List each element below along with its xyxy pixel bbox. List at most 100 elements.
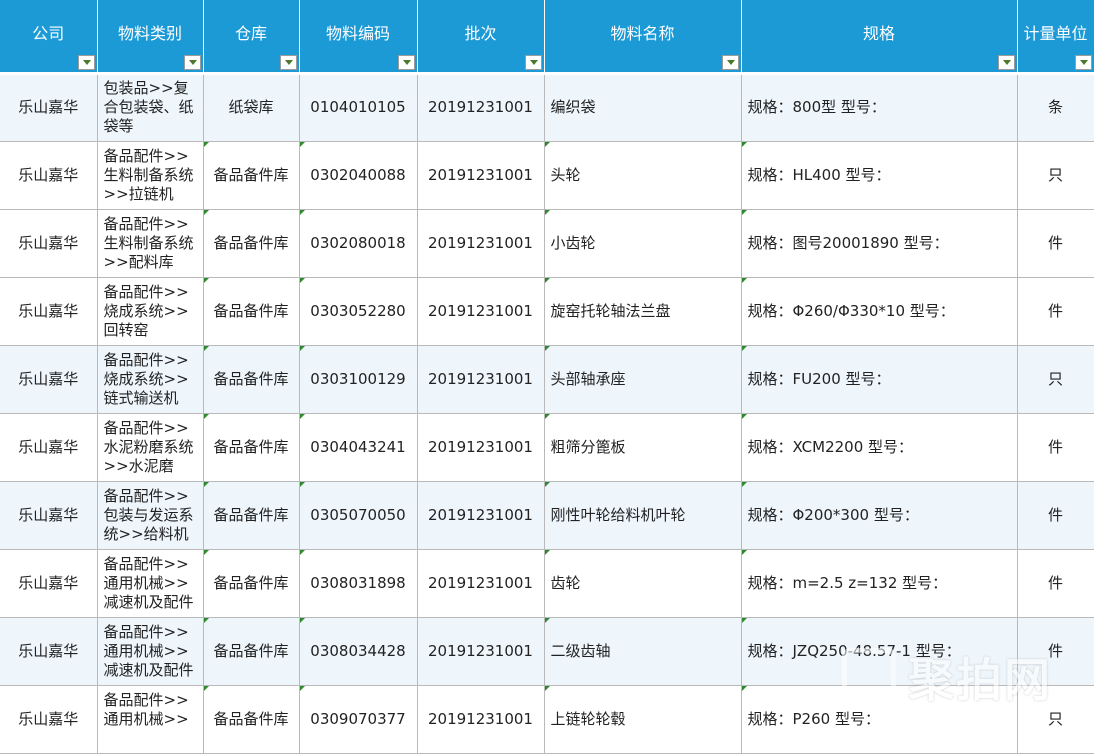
cell-name[interactable]: 头部轴承座 — [544, 345, 742, 414]
table-row[interactable]: 乐山嘉华 备品配件>>烧成系统>>回转窑 备品备件库 0303052280 201912… — [0, 277, 1094, 346]
cell-category[interactable]: 备品配件>>通用机械>>减速机及配件 — [97, 549, 204, 618]
cell-category[interactable]: 备品配件>>包装与发运系统>>给料机 — [97, 481, 204, 550]
cell-warehouse[interactable]: 备品备件库 — [203, 685, 300, 754]
cell-warehouse[interactable]: 备品备件库 — [203, 413, 300, 482]
cell-name[interactable]: 小齿轮 — [544, 209, 742, 278]
cell-unit[interactable]: 件 — [1017, 209, 1094, 278]
filter-dropdown-icon[interactable] — [524, 54, 542, 70]
cell-unit[interactable]: 只 — [1017, 345, 1094, 414]
filter-dropdown-icon[interactable] — [721, 54, 739, 70]
table-row[interactable]: 乐山嘉华 备品配件>>烧成系统>>链式输送机 备品备件库 0303100129 2019… — [0, 345, 1094, 414]
cell-category[interactable]: 包装品>>复合包装袋、纸袋等 — [97, 73, 204, 142]
cell-unit[interactable]: 件 — [1017, 481, 1094, 550]
cell-code[interactable]: 0308031898 — [299, 549, 418, 618]
cell-category[interactable]: 备品配件>>烧成系统>>链式输送机 — [97, 345, 204, 414]
cell-category[interactable]: 备品配件>>烧成系统>>回转窑 — [97, 277, 204, 346]
cell-batch[interactable]: 20191231001 — [417, 277, 545, 346]
cell-unit[interactable]: 条 — [1017, 73, 1094, 142]
header-label: 公司 — [32, 24, 65, 43]
cell-batch[interactable]: 20191231001 — [417, 413, 545, 482]
filter-dropdown-icon[interactable] — [997, 54, 1015, 70]
cell-batch[interactable]: 20191231001 — [417, 617, 545, 686]
cell-code[interactable]: 0308034428 — [299, 617, 418, 686]
cell-batch[interactable]: 20191231001 — [417, 685, 545, 754]
table-row[interactable]: 乐山嘉华 备品配件>>水泥粉磨系统>>水泥磨 备品备件库 0304043241 2019… — [0, 413, 1094, 482]
filter-dropdown-icon[interactable] — [279, 54, 297, 70]
cell-name[interactable]: 粗筛分篦板 — [544, 413, 742, 482]
cell-code[interactable]: 0302080018 — [299, 209, 418, 278]
cell-unit[interactable]: 件 — [1017, 277, 1094, 346]
cell-company[interactable]: 乐山嘉华 — [0, 685, 98, 754]
cell-company[interactable]: 乐山嘉华 — [0, 549, 98, 618]
error-indicator-icon — [544, 549, 550, 555]
category-text: 备品配件>>生料制备系统>>拉链机 — [103, 146, 194, 203]
filter-dropdown-icon[interactable] — [397, 54, 415, 70]
cell-spec[interactable]: 规格：HL400 型号： — [741, 141, 1018, 210]
cell-warehouse[interactable]: 备品备件库 — [203, 209, 300, 278]
cell-name[interactable]: 二级齿轴 — [544, 617, 742, 686]
table-row[interactable]: 乐山嘉华 备品配件>>生料制备系统>>配料库 备品备件库 0302080018 2019… — [0, 209, 1094, 278]
cell-warehouse[interactable]: 备品备件库 — [203, 549, 300, 618]
error-indicator-icon — [203, 277, 209, 283]
cell-batch[interactable]: 20191231001 — [417, 209, 545, 278]
cell-company[interactable]: 乐山嘉华 — [0, 345, 98, 414]
cell-company[interactable]: 乐山嘉华 — [0, 141, 98, 210]
header-category: 物料类别 — [97, 0, 204, 75]
cell-category[interactable]: 备品配件>>生料制备系统>>配料库 — [97, 209, 204, 278]
cell-category[interactable]: 备品配件>>通用机械>> — [97, 685, 204, 754]
cell-spec[interactable]: 规格：800型 型号： — [741, 73, 1018, 142]
cell-batch[interactable]: 20191231001 — [417, 549, 545, 618]
table-row[interactable]: 乐山嘉华 备品配件>>生料制备系统>>拉链机 备品备件库 0302040088 2019… — [0, 141, 1094, 210]
cell-code[interactable]: 0302040088 — [299, 141, 418, 210]
cell-name[interactable]: 上链轮轮毂 — [544, 685, 742, 754]
cell-category[interactable]: 备品配件>>通用机械>>减速机及配件 — [97, 617, 204, 686]
header-code: 物料编码 — [299, 0, 418, 75]
cell-spec[interactable]: 规格：XCM2200 型号： — [741, 413, 1018, 482]
cell-code[interactable]: 0309070377 — [299, 685, 418, 754]
cell-spec[interactable]: 规格：Φ200*300 型号： — [741, 481, 1018, 550]
cell-spec[interactable]: 规格：m=2.5 z=132 型号： — [741, 549, 1018, 618]
cell-name[interactable]: 编织袋 — [544, 73, 742, 142]
cell-warehouse[interactable]: 纸袋库 — [203, 73, 300, 142]
cell-company[interactable]: 乐山嘉华 — [0, 209, 98, 278]
cell-code[interactable]: 0303100129 — [299, 345, 418, 414]
table-row[interactable]: 乐山嘉华 备品配件>>通用机械>>减速机及配件 备品备件库 0308031898 201… — [0, 549, 1094, 618]
cell-name[interactable]: 刚性叶轮给料机叶轮 — [544, 481, 742, 550]
cell-code[interactable]: 0305070050 — [299, 481, 418, 550]
cell-company[interactable]: 乐山嘉华 — [0, 413, 98, 482]
filter-dropdown-icon[interactable] — [183, 54, 201, 70]
cell-category[interactable]: 备品配件>>生料制备系统>>拉链机 — [97, 141, 204, 210]
filter-dropdown-icon[interactable] — [77, 54, 95, 70]
cell-company[interactable]: 乐山嘉华 — [0, 277, 98, 346]
cell-batch[interactable]: 20191231001 — [417, 73, 545, 142]
cell-spec[interactable]: 规格：图号20001890 型号： — [741, 209, 1018, 278]
cell-unit[interactable]: 件 — [1017, 413, 1094, 482]
cell-code[interactable]: 0104010105 — [299, 73, 418, 142]
cell-name[interactable]: 齿轮 — [544, 549, 742, 618]
filter-dropdown-icon[interactable] — [1074, 54, 1092, 70]
cell-warehouse[interactable]: 备品备件库 — [203, 345, 300, 414]
cell-code[interactable]: 0303052280 — [299, 277, 418, 346]
cell-company[interactable]: 乐山嘉华 — [0, 481, 98, 550]
cell-batch[interactable]: 20191231001 — [417, 481, 545, 550]
cell-category[interactable]: 备品配件>>水泥粉磨系统>>水泥磨 — [97, 413, 204, 482]
cell-batch[interactable]: 20191231001 — [417, 345, 545, 414]
error-indicator-icon — [544, 345, 550, 351]
cell-name[interactable]: 头轮 — [544, 141, 742, 210]
cell-code[interactable]: 0304043241 — [299, 413, 418, 482]
table-row[interactable]: 乐山嘉华 包装品>>复合包装袋、纸袋等 纸袋库 0104010105 201912310… — [0, 73, 1094, 142]
cell-warehouse[interactable]: 备品备件库 — [203, 481, 300, 550]
table-row[interactable]: 乐山嘉华 备品配件>>包装与发运系统>>给料机 备品备件库 0305070050 201… — [0, 481, 1094, 550]
cell-name[interactable]: 旋窑托轮轴法兰盘 — [544, 277, 742, 346]
cell-company[interactable]: 乐山嘉华 — [0, 617, 98, 686]
cell-unit[interactable]: 只 — [1017, 141, 1094, 210]
cell-company[interactable]: 乐山嘉华 — [0, 73, 98, 142]
cell-warehouse[interactable]: 备品备件库 — [203, 617, 300, 686]
cell-warehouse[interactable]: 备品备件库 — [203, 277, 300, 346]
cell-unit[interactable]: 件 — [1017, 549, 1094, 618]
cell-spec[interactable]: 规格：Φ260/Φ330*10 型号： — [741, 277, 1018, 346]
cell-batch[interactable]: 20191231001 — [417, 141, 545, 210]
cell-spec[interactable]: 规格：FU200 型号： — [741, 345, 1018, 414]
header-label: 物料名称 — [610, 24, 675, 43]
cell-warehouse[interactable]: 备品备件库 — [203, 141, 300, 210]
